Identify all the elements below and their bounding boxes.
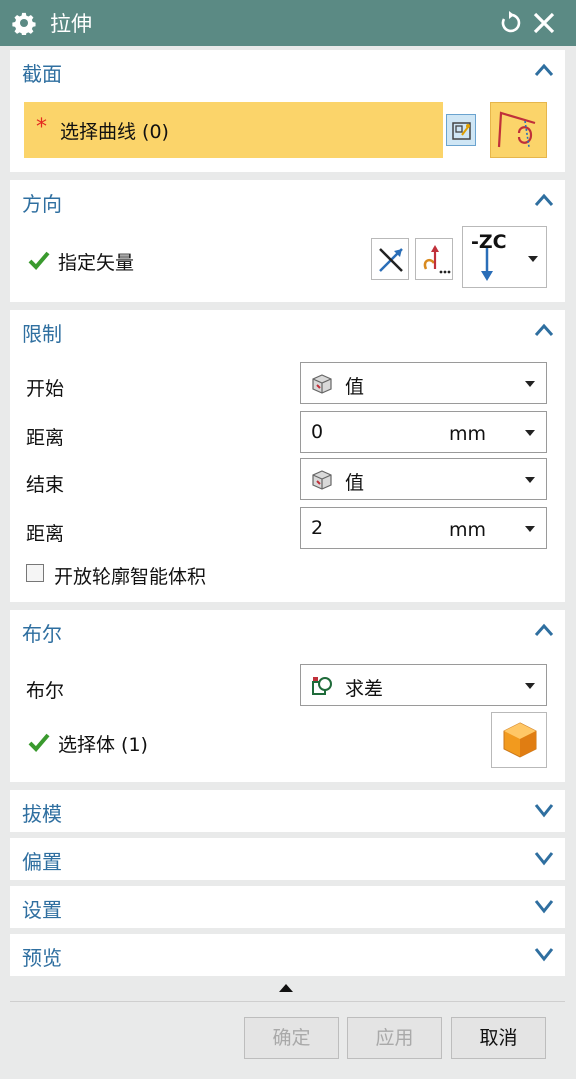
offset-panel[interactable]: 偏置 bbox=[10, 838, 565, 880]
chevron-up-icon[interactable] bbox=[533, 192, 555, 208]
reset-icon[interactable] bbox=[497, 10, 523, 36]
ok-button[interactable]: 确定 bbox=[244, 1017, 339, 1059]
preview-panel[interactable]: 预览 bbox=[10, 934, 565, 976]
window-title: 拉伸 bbox=[50, 12, 92, 36]
draft-panel[interactable]: 拔模 bbox=[10, 790, 565, 832]
dropdown-arrow-icon[interactable] bbox=[524, 429, 536, 437]
gear-icon[interactable] bbox=[12, 11, 36, 35]
curve-icon bbox=[497, 111, 536, 148]
limits-panel: 限制 开始 值 距离 0 mm 结束 值 距离 2 mm 开放轮廓智能体积 bbox=[10, 310, 565, 602]
check-icon bbox=[28, 251, 50, 270]
vector-dialog-button[interactable] bbox=[415, 238, 453, 280]
title-bar: 拉伸 bbox=[0, 0, 576, 46]
value-cube-icon bbox=[312, 470, 332, 490]
end-type-value: 值 bbox=[345, 472, 365, 494]
select-curve-field[interactable]: * 选择曲线 (0) bbox=[24, 102, 443, 158]
boolean-type-value: 求差 bbox=[345, 678, 384, 700]
chevron-down-icon[interactable] bbox=[533, 898, 555, 914]
chevron-up-icon[interactable] bbox=[533, 62, 555, 78]
boolean-type-dropdown[interactable]: 求差 bbox=[300, 664, 547, 706]
vector-dialog-icon bbox=[423, 245, 451, 274]
boolean-panel: 布尔 布尔 求差 选择体 (1) bbox=[10, 610, 565, 782]
boolean-label: 布尔 bbox=[26, 680, 65, 702]
dropdown-arrow-icon bbox=[528, 256, 538, 262]
direction-title[interactable]: 方向 bbox=[22, 188, 62, 217]
start-type-value: 值 bbox=[345, 376, 365, 398]
direction-panel: 方向 指定矢量 -ZC bbox=[10, 180, 565, 302]
apply-button[interactable]: 应用 bbox=[347, 1017, 442, 1059]
value-cube-icon bbox=[312, 374, 332, 394]
end-type-dropdown[interactable]: 值 bbox=[300, 458, 547, 500]
footer-divider bbox=[10, 1001, 565, 1002]
open-profile-label: 开放轮廓智能体积 bbox=[54, 566, 207, 588]
open-profile-checkbox[interactable] bbox=[26, 564, 44, 582]
required-marker: * bbox=[36, 115, 47, 140]
vector-value: -ZC bbox=[471, 231, 507, 253]
section-panel: 截面 * 选择曲线 (0) bbox=[10, 50, 565, 172]
section-title[interactable]: 截面 bbox=[22, 58, 62, 87]
reverse-direction-icon bbox=[379, 248, 403, 272]
distance-start-value[interactable]: 0 bbox=[311, 421, 323, 443]
dropdown-arrow-icon bbox=[525, 381, 535, 387]
draft-title[interactable]: 拔模 bbox=[22, 798, 62, 827]
solid-body-icon bbox=[503, 722, 537, 758]
start-type-dropdown[interactable]: 值 bbox=[300, 362, 547, 404]
dropdown-arrow-icon bbox=[525, 477, 535, 483]
vector-type-dropdown[interactable]: -ZC bbox=[462, 226, 547, 288]
chevron-down-icon[interactable] bbox=[533, 946, 555, 962]
chevron-up-icon[interactable] bbox=[533, 322, 555, 338]
distance-start-unit: mm bbox=[449, 423, 487, 445]
select-curve-label: 选择曲线 (0) bbox=[60, 121, 169, 143]
chevron-down-icon[interactable] bbox=[533, 802, 555, 818]
distance-end-label: 距离 bbox=[26, 523, 65, 545]
settings-title[interactable]: 设置 bbox=[22, 894, 62, 923]
cancel-button[interactable]: 取消 bbox=[451, 1017, 546, 1059]
specify-vector-label: 指定矢量 bbox=[58, 252, 135, 274]
distance-start-label: 距离 bbox=[26, 427, 65, 449]
dropdown-arrow-icon[interactable] bbox=[524, 525, 536, 533]
settings-panel[interactable]: 设置 bbox=[10, 886, 565, 928]
boolean-title[interactable]: 布尔 bbox=[22, 618, 62, 647]
select-body-button[interactable] bbox=[491, 712, 547, 768]
distance-end-value[interactable]: 2 bbox=[311, 517, 323, 539]
distance-start-input[interactable]: 0 mm bbox=[300, 411, 547, 453]
dropdown-arrow-icon bbox=[525, 683, 535, 689]
sketch-section-button[interactable] bbox=[446, 114, 476, 146]
chevron-up-icon[interactable] bbox=[533, 622, 555, 638]
preview-title[interactable]: 预览 bbox=[22, 942, 62, 971]
end-label: 结束 bbox=[26, 474, 65, 496]
reverse-direction-button[interactable] bbox=[371, 238, 409, 280]
select-body-label: 选择体 (1) bbox=[58, 734, 148, 756]
subtract-icon bbox=[312, 677, 332, 695]
check-icon bbox=[28, 733, 50, 752]
start-label: 开始 bbox=[26, 378, 65, 400]
curve-select-button[interactable] bbox=[490, 102, 547, 158]
distance-end-unit: mm bbox=[449, 519, 487, 541]
close-icon[interactable] bbox=[531, 10, 557, 36]
chevron-down-icon[interactable] bbox=[533, 850, 555, 866]
limits-title[interactable]: 限制 bbox=[22, 318, 62, 347]
distance-end-input[interactable]: 2 mm bbox=[300, 507, 547, 549]
collapse-arrow-icon[interactable] bbox=[278, 983, 294, 993]
offset-title[interactable]: 偏置 bbox=[22, 846, 62, 875]
sketch-icon bbox=[452, 122, 471, 140]
